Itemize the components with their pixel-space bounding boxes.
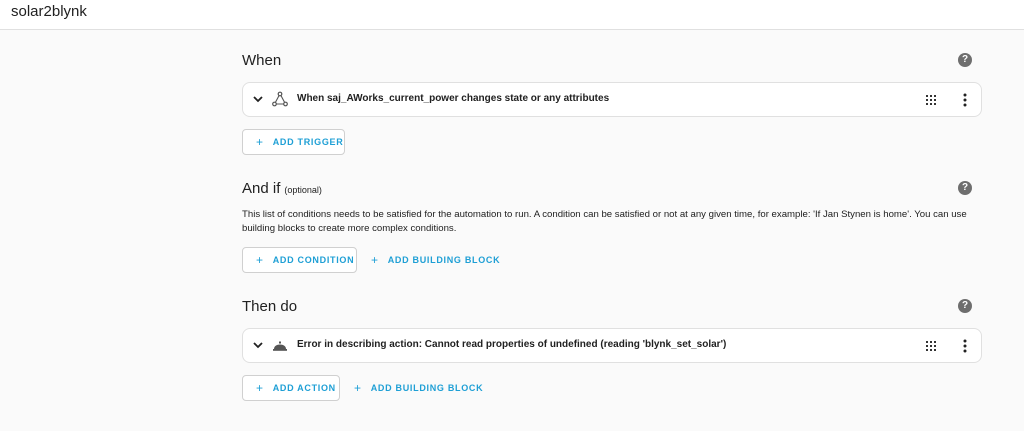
plus-icon: + [256, 253, 264, 267]
chevron-down-icon[interactable] [251, 92, 265, 106]
more-vert-icon[interactable] [959, 93, 971, 107]
add-condition-building-block-button[interactable]: + ADD BUILDING BLOCK [371, 247, 500, 273]
and-if-section-title: And if (optional) [242, 180, 322, 197]
top-bar: solar2blynk [0, 0, 1024, 30]
plus-icon: + [256, 381, 264, 395]
add-condition-button[interactable]: + ADD CONDITION [242, 247, 357, 273]
plus-icon: + [371, 253, 379, 267]
plus-icon: + [256, 135, 264, 149]
add-trigger-label: ADD TRIGGER [272, 137, 344, 147]
more-vert-icon[interactable] [959, 339, 971, 353]
add-building-block-label: ADD BUILDING BLOCK [370, 383, 484, 393]
plus-icon: + [354, 381, 362, 395]
then-do-help-icon[interactable]: ? [958, 299, 972, 313]
action-icon [273, 341, 287, 351]
chevron-down-icon[interactable] [251, 338, 265, 352]
trigger-row[interactable]: When saj_AWorks_current_power changes st… [242, 82, 982, 117]
and-if-title: And if [242, 180, 281, 197]
conditions-description: This list of conditions needs to be sati… [242, 209, 967, 234]
trigger-description: When saj_AWorks_current_power changes st… [297, 93, 610, 104]
then-do-section-title: Then do [242, 298, 298, 315]
drag-handle-icon[interactable] [925, 340, 937, 352]
optional-label: (optional) [284, 185, 322, 195]
add-trigger-button[interactable]: + ADD TRIGGER [242, 129, 345, 155]
add-condition-label: ADD CONDITION [272, 255, 355, 265]
when-section-title: When [242, 52, 282, 69]
state-trigger-icon [272, 91, 288, 107]
and-if-help-icon[interactable]: ? [958, 181, 972, 195]
app-title: solar2blynk [11, 3, 87, 20]
add-action-label: ADD ACTION [272, 383, 336, 393]
action-description: Error in describing action: Cannot read … [297, 339, 727, 350]
action-row[interactable]: Error in describing action: Cannot read … [242, 328, 982, 363]
add-building-block-label: ADD BUILDING BLOCK [387, 255, 501, 265]
add-action-button[interactable]: + ADD ACTION [242, 375, 340, 401]
drag-handle-icon[interactable] [925, 94, 937, 106]
when-help-icon[interactable]: ? [958, 53, 972, 67]
add-action-building-block-button[interactable]: + ADD BUILDING BLOCK [354, 375, 483, 401]
